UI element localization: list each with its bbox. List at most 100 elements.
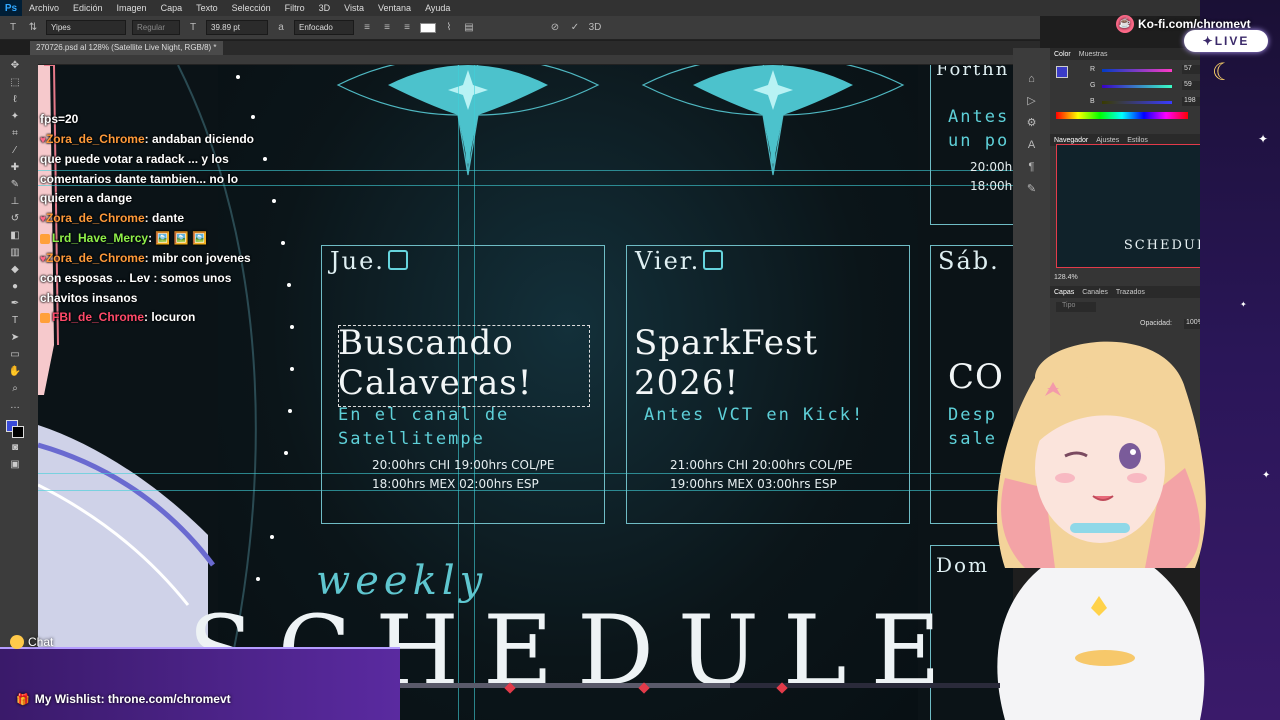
green-slider[interactable] bbox=[1102, 85, 1172, 88]
blur-tool-icon[interactable]: ◆ bbox=[7, 263, 23, 277]
hand-tool-icon[interactable]: ✋ bbox=[7, 365, 23, 379]
menu-capa[interactable]: Capa bbox=[154, 3, 190, 13]
properties-panel-icon[interactable]: ⚙ bbox=[1013, 112, 1050, 134]
blue-slider[interactable] bbox=[1102, 101, 1172, 104]
chat-text: locuron bbox=[151, 310, 196, 324]
align-left-icon[interactable]: ≡ bbox=[360, 21, 374, 35]
tab-layers[interactable]: Capas bbox=[1054, 289, 1074, 296]
font-size-icon: T bbox=[189, 21, 197, 33]
font-size-field[interactable]: 39.89 pt bbox=[206, 20, 268, 35]
tab-navigator[interactable]: Navegador bbox=[1054, 137, 1088, 144]
chat-message: ♥Zora_de_Chrome: mibr con jovenes con es… bbox=[40, 250, 251, 305]
warp-text-icon[interactable]: ⌇ bbox=[442, 21, 456, 35]
brush-panel-icon[interactable]: ✎ bbox=[1013, 178, 1050, 200]
shape-tool-icon[interactable]: ▭ bbox=[7, 348, 23, 362]
cancel-icon[interactable]: ⊘ bbox=[548, 21, 562, 35]
commit-icon[interactable]: ✓ bbox=[568, 21, 582, 35]
event-subtitle-top-partial: Antes un po bbox=[948, 107, 1010, 151]
antialias-select[interactable]: Enfocado bbox=[294, 20, 354, 35]
text-color-swatch[interactable] bbox=[420, 22, 436, 33]
toolbox: ✥ ⬚ ℓ ✦ ⌗ ⁄ ✚ ✎ ⊥ ↺ ◧ ▥ ◆ ● ✒ T ➤ ▭ ✋ ⌕ … bbox=[0, 55, 30, 720]
pen-tool-icon[interactable]: ✒ bbox=[7, 297, 23, 311]
wishlist-link[interactable]: 🎁 My Wishlist: throne.com/chromevt bbox=[16, 692, 231, 706]
actions-panel-icon[interactable]: ▷ bbox=[1013, 90, 1050, 112]
background-color[interactable] bbox=[12, 426, 24, 438]
menu-bar: Ps Archivo Edición Imagen Capa Texto Sel… bbox=[0, 0, 1280, 16]
antialias-icon: a bbox=[278, 21, 284, 33]
character-panel-icon[interactable]: A bbox=[1013, 134, 1050, 156]
chat-label: Chat bbox=[10, 633, 53, 651]
twitch-icon bbox=[703, 249, 724, 270]
live-badge: ✦ LIVE bbox=[1184, 30, 1268, 52]
crop-tool-icon[interactable]: ⌗ bbox=[7, 127, 23, 141]
chat-username: Zora_de_Chrome bbox=[45, 131, 145, 146]
fg-color-chip[interactable] bbox=[1056, 66, 1068, 78]
menu-texto[interactable]: Texto bbox=[189, 3, 225, 13]
vertical-ruler bbox=[30, 55, 38, 720]
menu-imagen[interactable]: Imagen bbox=[110, 3, 154, 13]
day-name-saturday: Sáb. bbox=[938, 247, 1000, 275]
chat-header: fps=20 bbox=[40, 112, 79, 126]
navigator-zoom[interactable]: 128.4% bbox=[1054, 274, 1078, 281]
event-title-friday[interactable]: SparkFest 2026! bbox=[634, 323, 818, 403]
canvas-scrollbar[interactable] bbox=[400, 683, 1000, 688]
badge-icon bbox=[40, 312, 50, 323]
color-swatches[interactable] bbox=[6, 420, 24, 438]
menu-3d[interactable]: 3D bbox=[312, 3, 338, 13]
more-tools-icon[interactable]: … bbox=[7, 399, 23, 413]
history-panel-icon[interactable]: ⌂ bbox=[1013, 68, 1050, 90]
lasso-tool-icon[interactable]: ℓ bbox=[7, 93, 23, 107]
tab-swatches[interactable]: Muestras bbox=[1079, 51, 1108, 58]
zoom-tool-icon[interactable]: ⌕ bbox=[7, 382, 23, 396]
menu-seleccion[interactable]: Selección bbox=[225, 3, 278, 13]
move-tool-icon[interactable]: ✥ bbox=[7, 59, 23, 73]
layer-kind-filter[interactable]: Tipo bbox=[1056, 302, 1096, 312]
eraser-tool-icon[interactable]: ◧ bbox=[7, 229, 23, 243]
screen-mode-icon[interactable]: ▣ bbox=[7, 458, 23, 472]
event-times-friday: 21:00hrs CHI 20:00hrs COL/PE 19:00hrs ME… bbox=[670, 458, 853, 491]
font-style-select[interactable]: Regular bbox=[132, 20, 180, 35]
stamp-tool-icon[interactable]: ⊥ bbox=[7, 195, 23, 209]
document-tab-bar: 270726.psd al 128% (Satellite Live Night… bbox=[30, 41, 1040, 55]
day-name-top-partial: Forthn bbox=[936, 65, 1010, 80]
gradient-tool-icon[interactable]: ▥ bbox=[7, 246, 23, 260]
menu-archivo[interactable]: Archivo bbox=[22, 3, 66, 13]
type-tool-icon[interactable]: T bbox=[7, 314, 23, 328]
history-brush-icon[interactable]: ↺ bbox=[7, 212, 23, 226]
chat-message: ♥Zora_de_Chrome: andaban diciendo que pu… bbox=[40, 131, 254, 206]
paragraph-panel-icon[interactable]: ¶ bbox=[1013, 156, 1050, 178]
event-subtitle-thursday: En el canal de Satellitempe bbox=[338, 405, 510, 449]
chat-username: FBI_de_Chrome bbox=[52, 310, 145, 324]
tab-adjustments[interactable]: Ajustes bbox=[1096, 137, 1119, 144]
event-title-thursday[interactable]: Buscando Calaveras! bbox=[338, 323, 532, 403]
brush-tool-icon[interactable]: ✎ bbox=[7, 178, 23, 192]
healing-brush-icon[interactable]: ✚ bbox=[7, 161, 23, 175]
moon-icon: ☾ bbox=[1212, 59, 1234, 86]
text-tool-icon[interactable]: T bbox=[6, 21, 20, 35]
tab-styles[interactable]: Estilos bbox=[1127, 137, 1148, 144]
3d-icon[interactable]: 3D bbox=[588, 21, 602, 35]
font-family-select[interactable]: Yipes bbox=[46, 20, 126, 35]
eyedropper-icon[interactable]: ⁄ bbox=[7, 144, 23, 158]
red-slider[interactable] bbox=[1102, 69, 1172, 72]
tab-channels[interactable]: Canales bbox=[1082, 289, 1108, 296]
marquee-tool-icon[interactable]: ⬚ bbox=[7, 76, 23, 90]
menu-ventana[interactable]: Ventana bbox=[371, 3, 418, 13]
tab-color[interactable]: Color bbox=[1054, 51, 1071, 58]
menu-ayuda[interactable]: Ayuda bbox=[418, 3, 457, 13]
character-panel-icon[interactable]: ▤ bbox=[462, 21, 476, 35]
document-tab[interactable]: 270726.psd al 128% (Satellite Live Night… bbox=[30, 41, 223, 55]
menu-vista[interactable]: Vista bbox=[337, 3, 371, 13]
gift-icon: 🎁 bbox=[16, 693, 30, 706]
color-spectrum[interactable] bbox=[1056, 112, 1188, 119]
path-select-icon[interactable]: ➤ bbox=[7, 331, 23, 345]
align-right-icon[interactable]: ≡ bbox=[400, 21, 414, 35]
menu-filtro[interactable]: Filtro bbox=[278, 3, 312, 13]
tab-paths[interactable]: Trazados bbox=[1116, 289, 1145, 296]
text-orientation-icon[interactable]: ⇅ bbox=[26, 21, 40, 35]
align-center-icon[interactable]: ≡ bbox=[380, 21, 394, 35]
quick-mask-icon[interactable]: ◙ bbox=[7, 441, 23, 455]
menu-edicion[interactable]: Edición bbox=[66, 3, 110, 13]
magic-wand-icon[interactable]: ✦ bbox=[7, 110, 23, 124]
dodge-tool-icon[interactable]: ● bbox=[7, 280, 23, 294]
